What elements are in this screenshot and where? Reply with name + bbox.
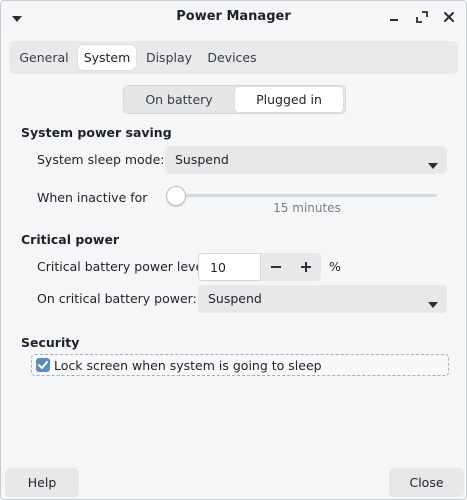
critical-action-label: On critical battery power: — [37, 291, 197, 306]
tab-devices[interactable]: Devices — [202, 45, 262, 70]
check-icon — [38, 361, 48, 369]
tab-general[interactable]: General — [14, 45, 74, 70]
critical-action-dropdown[interactable]: Suspend — [198, 285, 447, 313]
critical-level-value: 10 — [210, 260, 226, 275]
chevron-down-icon — [428, 157, 438, 169]
critical-level-label: Critical battery power level: — [37, 259, 211, 274]
minimize-icon[interactable] — [386, 9, 402, 25]
decrease-level-button[interactable] — [261, 253, 291, 281]
lock-screen-checkbox[interactable] — [36, 358, 50, 372]
critical-level-input[interactable]: 10 — [198, 253, 261, 281]
sleep-mode-dropdown[interactable]: Suspend — [165, 146, 447, 174]
power-manager-window: Power Manager General System Display Dev… — [0, 0, 467, 500]
critical-power-heading: Critical power — [21, 232, 120, 247]
inactive-slider-handle[interactable] — [166, 186, 186, 206]
inactive-label: When inactive for — [37, 190, 148, 205]
close-button[interactable]: Close — [389, 468, 464, 497]
chevron-down-icon — [428, 296, 438, 308]
critical-level-unit: % — [329, 259, 341, 274]
tab-bar: General System Display Devices — [9, 41, 458, 74]
increase-level-button[interactable] — [291, 253, 321, 281]
maximize-icon[interactable] — [414, 9, 430, 25]
sleep-mode-label: System sleep mode: — [37, 152, 165, 167]
critical-action-value: Suspend — [208, 291, 262, 306]
sleep-mode-value: Suspend — [175, 152, 229, 167]
lock-screen-label: Lock screen when system is going to slee… — [54, 358, 322, 373]
plugged-in-button[interactable]: Plugged in — [235, 87, 343, 112]
close-icon[interactable] — [441, 9, 457, 25]
inactive-slider-value: 15 minutes — [273, 201, 341, 215]
help-button[interactable]: Help — [5, 468, 79, 497]
tab-display[interactable]: Display — [141, 45, 197, 70]
title-bar: Power Manager — [1, 1, 466, 33]
on-battery-button[interactable]: On battery — [125, 87, 233, 112]
system-power-saving-heading: System power saving — [21, 125, 172, 140]
plus-icon — [301, 262, 311, 272]
tab-system[interactable]: System — [78, 45, 136, 70]
security-heading: Security — [21, 335, 80, 350]
minus-icon — [271, 266, 281, 268]
inactive-slider-track[interactable] — [176, 194, 437, 197]
lock-screen-option[interactable]: Lock screen when system is going to slee… — [31, 354, 449, 376]
power-source-switcher: On battery Plugged in — [123, 85, 346, 114]
